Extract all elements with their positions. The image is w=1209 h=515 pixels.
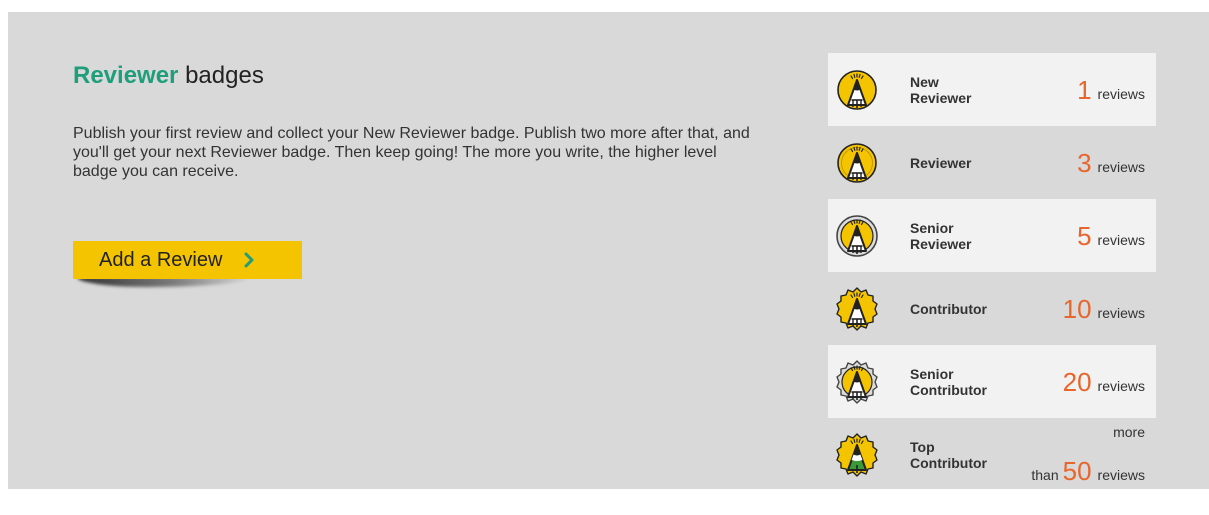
reviewer-badge-icon	[837, 143, 877, 183]
chevron-right-icon	[244, 252, 254, 268]
badges-panel: Reviewer badges Publish your first revie…	[8, 12, 1209, 489]
badge-name: Contributor	[910, 300, 987, 317]
new-reviewer-badge-icon	[837, 70, 877, 110]
badge-count: 20 reviews	[1059, 369, 1145, 395]
count-number: 5	[1077, 220, 1092, 251]
title-rest: badges	[185, 62, 264, 89]
count-number: 50	[1062, 456, 1092, 486]
page-title: Reviewer badges	[73, 61, 753, 91]
contributor-badge-icon	[836, 287, 878, 331]
count-unit: reviews	[1097, 377, 1145, 394]
badge-row-reviewer: Reviewer 3 reviews	[828, 126, 1156, 199]
badge-name: Senior Contributor	[910, 365, 987, 398]
add-review-button[interactable]: Add a Review	[73, 241, 302, 279]
count-number: 20	[1062, 366, 1092, 397]
badge-row-new-reviewer: New Reviewer 1 reviews	[828, 53, 1156, 126]
description-text: Publish your first review and collect yo…	[73, 125, 750, 180]
count-number: 3	[1077, 147, 1092, 178]
badge-count: 5 reviews	[1073, 223, 1145, 249]
cta-wrapper: Add a Review	[73, 241, 302, 287]
badge-name: Top Contributor	[910, 438, 987, 471]
badge-row-senior-reviewer: Senior Reviewer 5 reviews	[828, 199, 1156, 272]
badge-row-top-contributor: Top Contributor more than 50 reviews	[828, 418, 1156, 491]
intro-section: Reviewer badges Publish your first revie…	[73, 61, 753, 181]
badge-row-contributor: Contributor 10 reviews	[828, 272, 1156, 345]
badge-count: 3 reviews	[1073, 150, 1145, 176]
badge-name: Senior Reviewer	[910, 219, 972, 252]
count-prefix-more: more	[1113, 424, 1145, 440]
badge-count: than 50 reviews	[1031, 458, 1145, 484]
count-prefix-than: than	[1031, 467, 1059, 483]
senior-contributor-badge-icon	[836, 360, 878, 404]
badge-name: Reviewer	[910, 154, 972, 171]
badge-name: New Reviewer	[910, 73, 972, 106]
count-unit: reviews	[1097, 85, 1145, 102]
count-number: 10	[1062, 293, 1092, 324]
senior-reviewer-badge-icon	[836, 215, 878, 257]
badge-count: 1 reviews	[1073, 77, 1145, 103]
count-unit: reviews	[1097, 231, 1145, 248]
top-contributor-badge-icon	[836, 433, 878, 477]
count-unit: reviews	[1097, 158, 1145, 175]
count-unit: reviews	[1097, 467, 1145, 483]
count-unit: reviews	[1097, 304, 1145, 321]
title-accent: Reviewer	[73, 62, 179, 89]
badge-list: New Reviewer 1 reviews Reviewer 3 review…	[828, 53, 1156, 491]
count-number: 1	[1077, 74, 1092, 105]
add-review-label: Add a Review	[99, 248, 223, 271]
badge-count: 10 reviews	[1059, 296, 1145, 322]
badge-row-senior-contributor: Senior Contributor 20 reviews	[828, 345, 1156, 418]
